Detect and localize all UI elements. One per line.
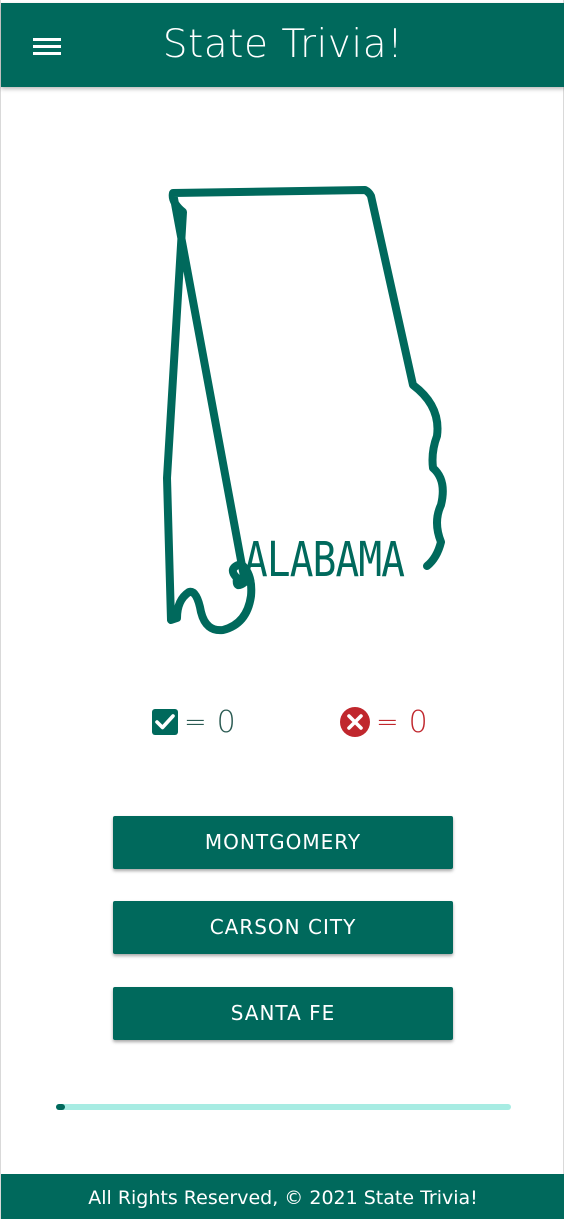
- wrong-count: 0: [408, 704, 428, 740]
- correct-score: = 0: [151, 703, 236, 741]
- app-header: State Trivia!: [1, 3, 564, 87]
- answer-button-montgomery[interactable]: MONTGOMERY: [113, 816, 453, 869]
- correct-equals: =: [184, 706, 207, 738]
- answer-button-santa-fe[interactable]: SANTA FE: [113, 987, 453, 1040]
- app-footer: All Rights Reserved, © 2021 State Trivia…: [1, 1174, 564, 1219]
- wrong-score: = 0: [339, 703, 428, 741]
- state-name: ALABAMA: [244, 532, 405, 588]
- progress-fill: [56, 1104, 66, 1110]
- cancel-circle-icon: [339, 706, 371, 738]
- footer-copyright: All Rights Reserved, © 2021 State Trivia…: [88, 1187, 478, 1209]
- app-title: State Trivia!: [162, 22, 404, 67]
- answer-button-carson-city[interactable]: CARSON CITY: [113, 901, 453, 954]
- wrong-equals: =: [376, 706, 399, 738]
- progress-bar: [56, 1104, 511, 1110]
- check-box-icon: [151, 708, 179, 736]
- correct-count: 0: [216, 704, 236, 740]
